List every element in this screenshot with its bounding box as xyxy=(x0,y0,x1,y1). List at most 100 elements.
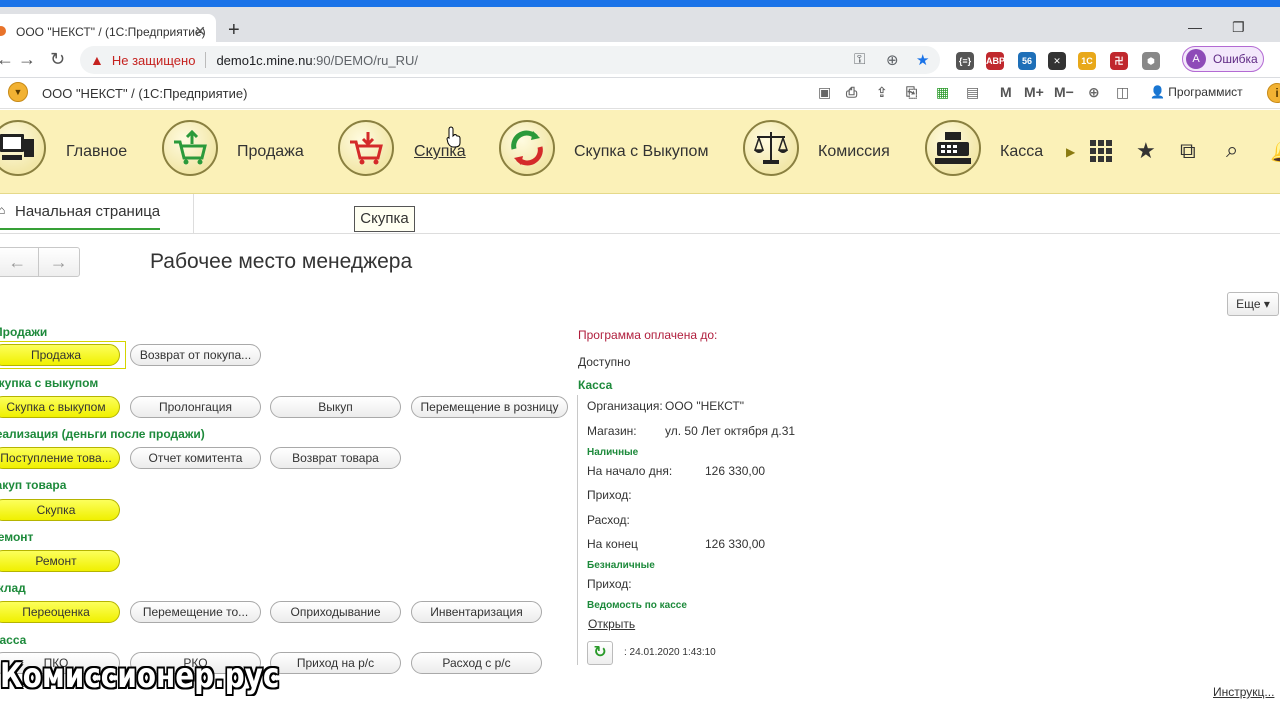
home-page-tab[interactable]: ⌂ Начальная страница xyxy=(0,194,194,234)
section-kassa[interactable]: Касса xyxy=(1000,143,1043,161)
open-windows-bar: ⌂ Начальная страница xyxy=(0,194,1280,234)
section-commission[interactable]: Комиссия xyxy=(818,143,890,161)
zoom-icon[interactable]: ⊕ xyxy=(886,51,899,69)
btn-repair[interactable]: Ремонт xyxy=(0,550,120,572)
cycle-arrows-icon[interactable] xyxy=(499,120,555,176)
url-text: demo1c.mine.nu:90/DEMO/ru_RU/ xyxy=(216,53,418,68)
section-sales[interactable]: Продажа xyxy=(237,143,304,161)
open-report-link[interactable]: Открыть xyxy=(588,617,635,631)
warning-icon: ▲ xyxy=(90,52,104,68)
btn-bank-expense[interactable]: Расход с р/с xyxy=(411,652,542,674)
json-ext-icon[interactable]: {≡} xyxy=(956,52,974,70)
cart-up-icon[interactable] xyxy=(162,120,218,176)
btn-goods-return[interactable]: Возврат товара xyxy=(270,447,401,469)
red-ext-icon[interactable]: 卍 xyxy=(1110,52,1128,70)
btn-inventory[interactable]: Инвентаризация xyxy=(411,601,542,623)
history-nav: ← → xyxy=(0,247,80,277)
main-menu-icon[interactable]: ▼ xyxy=(8,82,28,102)
cart-down-icon[interactable] xyxy=(338,120,394,176)
memory-minus-icon[interactable]: M− xyxy=(1054,84,1074,100)
user-name: Программист xyxy=(1168,85,1243,99)
hand-cursor-icon xyxy=(446,126,461,148)
close-tab-icon[interactable]: ✕ xyxy=(194,23,206,40)
end-of-day-value: 126 330,00 xyxy=(705,537,766,551)
info-icon[interactable]: i xyxy=(1267,83,1280,103)
url-path: :90/DEMO/ru_RU/ xyxy=(312,52,419,68)
restore-icon[interactable]: ❐ xyxy=(1232,19,1245,36)
btn-buyup-redemption[interactable]: Скупка с выкупом xyxy=(0,396,120,418)
refresh-icon[interactable]: ↻ xyxy=(587,641,613,665)
btn-buyup[interactable]: Скупка xyxy=(0,499,120,521)
minimize-icon[interactable]: — xyxy=(1188,19,1202,35)
profile-button[interactable]: A Ошибка xyxy=(1182,46,1264,72)
btn-posting[interactable]: Оприходывание xyxy=(270,601,401,623)
org-value: ООО "НЕКСТ" xyxy=(665,399,744,413)
url-host: demo1c.mine.nu xyxy=(216,52,313,68)
browser-tabstrip: ООО "НЕКСТ" / (1С:Предприятие) ✕ + — ❐ xyxy=(0,0,1280,49)
cash-register-icon[interactable] xyxy=(925,120,981,176)
group-title-buyup-redemption: Скупка с выкупом xyxy=(0,376,99,390)
section-buyup-redemption[interactable]: Скупка с Выкупом xyxy=(574,143,708,161)
favicon-icon xyxy=(0,26,6,36)
print-icon[interactable]: ⎙ xyxy=(846,84,857,101)
save-icon[interactable]: ▣ xyxy=(818,84,831,101)
avatar: A xyxy=(1186,49,1206,69)
tab-ext-icon[interactable]: 56 xyxy=(1018,52,1036,70)
nav-forward-icon[interactable]: → xyxy=(39,248,80,276)
calendar-icon[interactable]: ▤ xyxy=(966,84,979,101)
computer-icon[interactable] xyxy=(0,120,46,176)
instructions-link[interactable]: Инструкц... xyxy=(1213,685,1274,699)
scales-icon[interactable] xyxy=(743,120,799,176)
btn-return-from-buyer[interactable]: Возврат от покупа... xyxy=(130,344,261,366)
shield-ext-icon[interactable]: ⬢ xyxy=(1142,52,1160,70)
group-title-warehouse: Склад xyxy=(0,581,26,595)
key-icon[interactable]: ⚿ xyxy=(854,51,865,68)
forward-icon[interactable]: → xyxy=(18,49,36,70)
browser-toolbar: ← → ↻ ▲ Не защищено demo1c.mine.nu:90/DE… xyxy=(0,42,1280,78)
back-icon[interactable]: ← xyxy=(0,49,14,70)
search-icon[interactable]: ⌕ xyxy=(1226,137,1238,163)
calculator-icon[interactable]: ▦ xyxy=(936,84,949,101)
history-icon[interactable]: ⧉ xyxy=(1180,138,1196,164)
noncash-subtitle: Безналичные xyxy=(587,560,655,571)
btn-sale[interactable]: Продажа xyxy=(0,344,120,366)
x-ext-icon[interactable]: ✕ xyxy=(1048,52,1066,70)
btn-revaluation[interactable]: Переоценка xyxy=(0,601,120,623)
btn-goods-receipt[interactable]: Поступление това... xyxy=(0,447,120,469)
1c-ext-icon[interactable]: 1С xyxy=(1078,52,1096,70)
memory-m-icon[interactable]: M xyxy=(1000,84,1012,100)
available-label: Доступно xyxy=(578,355,631,369)
org-label: Организация: xyxy=(587,399,663,413)
new-tab-icon[interactable]: + xyxy=(228,19,240,42)
reload-icon[interactable]: ↻ xyxy=(50,49,65,70)
current-user[interactable]: 👤 Программист xyxy=(1150,85,1243,99)
export-icon[interactable]: ⇪ xyxy=(876,84,888,101)
btn-redemption[interactable]: Выкуп xyxy=(270,396,401,418)
last-update-timestamp: : 24.01.2020 1:43:10 xyxy=(624,647,716,658)
btn-goods-transfer[interactable]: Перемещение то... xyxy=(130,601,261,623)
btn-consignor-report[interactable]: Отчет комитента xyxy=(130,447,261,469)
all-functions-grid-icon[interactable] xyxy=(1090,140,1112,168)
end-of-day-label: На конец xyxy=(587,537,638,551)
page-title: Рабочее место менеджера xyxy=(150,250,413,273)
group-title-purchase: Закуп товара xyxy=(0,478,67,492)
favorites-star-icon[interactable]: ★ xyxy=(1136,138,1156,164)
memory-plus-icon[interactable]: M+ xyxy=(1024,84,1044,100)
btn-bank-income[interactable]: Приход на р/с xyxy=(270,652,401,674)
nav-back-icon[interactable]: ← xyxy=(0,248,39,276)
adblock-ext-icon[interactable]: ABP xyxy=(986,52,1005,70)
print-preview-icon[interactable]: ⎘ xyxy=(906,84,917,101)
panels-icon[interactable]: ◫ xyxy=(1116,84,1129,101)
section-main[interactable]: Главное xyxy=(66,143,127,161)
notifications-bell-icon[interactable]: 🔔 xyxy=(1270,138,1280,164)
app-title: ООО "НЕКСТ" / (1С:Предприятие) xyxy=(42,86,248,101)
shop-value: ул. 50 Лет октября д.31 xyxy=(665,424,796,438)
more-button[interactable]: Еще ▾ xyxy=(1227,292,1279,316)
zoom-in-icon[interactable]: ⊕ xyxy=(1088,84,1100,101)
btn-move-to-retail[interactable]: Перемещение в розницу xyxy=(411,396,568,418)
bookmark-star-icon[interactable]: ★ xyxy=(916,51,929,69)
address-bar[interactable]: ▲ Не защищено demo1c.mine.nu:90/DEMO/ru_… xyxy=(80,46,940,74)
section-tooltip: Скупка xyxy=(354,206,415,232)
more-sections-arrow-icon[interactable]: ▶ xyxy=(1066,145,1075,159)
btn-prolongation[interactable]: Пролонгация xyxy=(130,396,261,418)
